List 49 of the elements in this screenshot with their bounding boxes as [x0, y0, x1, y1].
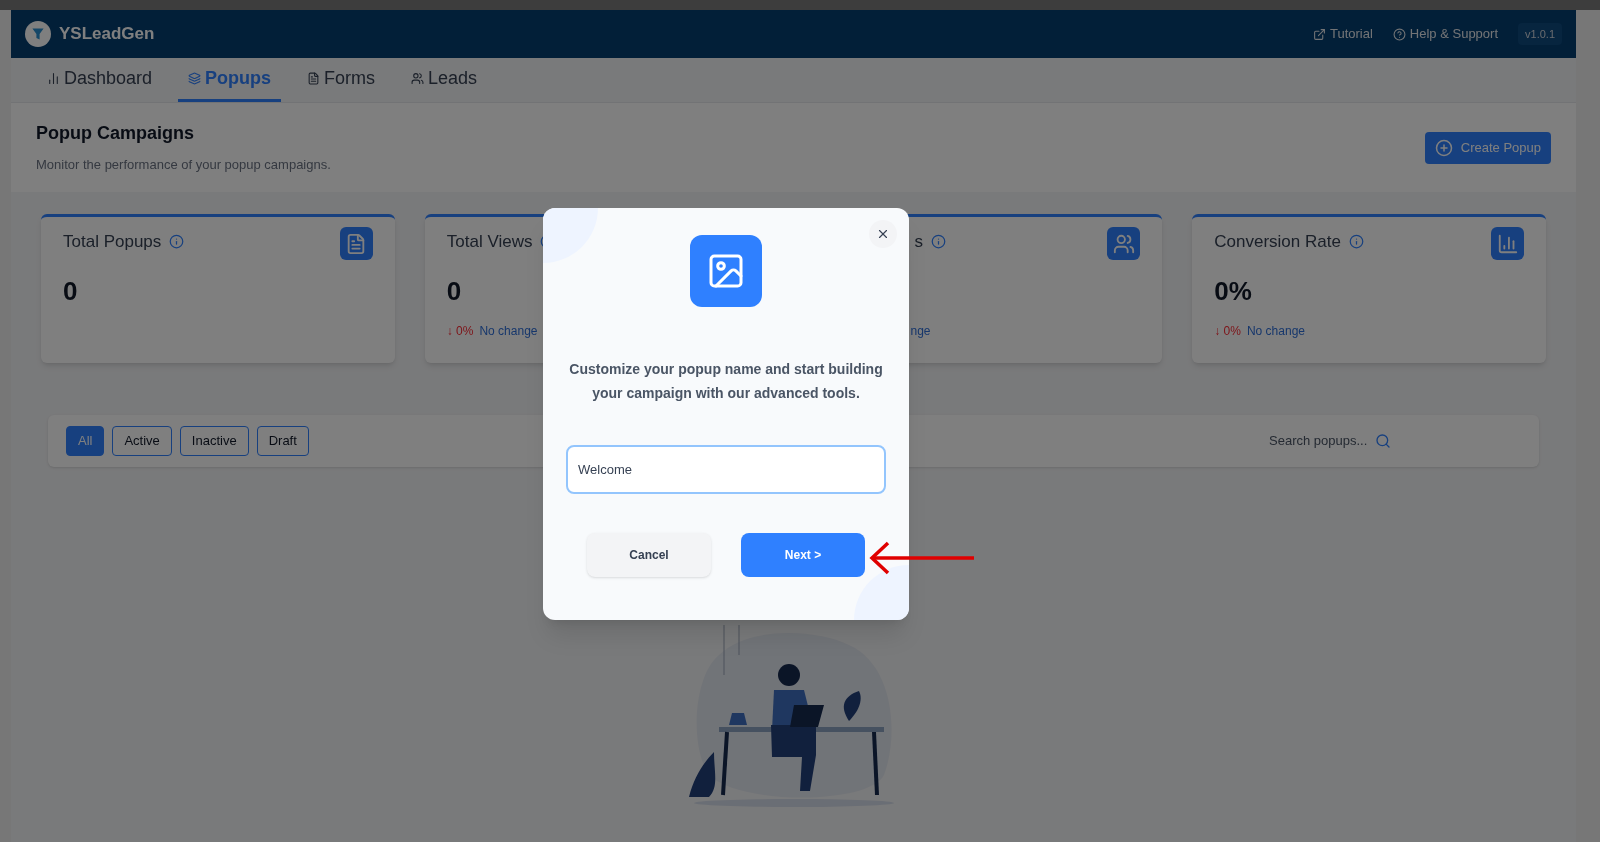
info-icon [169, 234, 185, 250]
image-icon [690, 235, 762, 307]
app-name: YSLeadGen [59, 23, 155, 46]
stat-value: 0 [446, 276, 462, 306]
change-value: ↓ 0% [446, 323, 474, 340]
cancel-button[interactable]: Cancel [587, 533, 711, 577]
stat-title: Conversion Rate [1214, 231, 1341, 253]
layers-icon [188, 72, 202, 85]
document-icon [307, 72, 321, 85]
search-icon [1375, 433, 1391, 449]
bar-chart-icon [1491, 227, 1524, 260]
popup-name-field[interactable]: Welcome [566, 445, 886, 494]
filter-button[interactable]: Inactive [179, 426, 249, 456]
stat-title: Total Views [446, 231, 533, 253]
stat-value: 0 [63, 276, 78, 306]
logo-icon [25, 21, 51, 47]
close-icon [876, 227, 890, 241]
dialog-message: Customize your popup name and start building your campaign with our advanced tools. [568, 360, 884, 403]
plus-icon [1434, 138, 1453, 157]
stat-value: 0% [1214, 276, 1252, 306]
nav-tab[interactable]: Dashboard [37, 58, 163, 102]
users-icon [411, 72, 425, 85]
close-button[interactable] [869, 220, 897, 248]
info-icon [1348, 234, 1364, 250]
page-title: Popup Campaigns [36, 122, 195, 146]
search-field[interactable]: Search popups... [1269, 431, 1391, 451]
external-link-icon [1313, 27, 1326, 41]
nav-tab[interactable]: Leads [401, 58, 488, 102]
change-value: ↓ 0% [1214, 323, 1241, 340]
next-button[interactable]: Next > [741, 533, 865, 577]
info-icon [931, 234, 946, 250]
users-icon [1107, 227, 1141, 260]
page-subtitle: Monitor the performance of your popup campaigns. [36, 156, 331, 175]
bar-chart-icon [47, 72, 60, 85]
header-link[interactable]: Tutorial [1313, 24, 1373, 44]
nav-tab[interactable]: Forms [297, 58, 386, 102]
version-badge: v1.0.1 [1518, 22, 1562, 46]
create-popup-button[interactable]: Create Popup [1424, 131, 1551, 164]
filter-button[interactable]: All [66, 426, 105, 456]
change-note: No change [479, 323, 538, 340]
help-icon [1392, 27, 1406, 41]
change-note: No change [1246, 323, 1305, 340]
stat-title: s [914, 231, 923, 253]
filter-button[interactable]: Active [112, 426, 172, 456]
stat-title: Total Popups [63, 231, 162, 253]
document-icon [339, 227, 373, 260]
change-note: nge [910, 323, 931, 340]
header-link[interactable]: Help & Support [1392, 24, 1499, 44]
filter-button[interactable]: Draft [256, 426, 309, 456]
